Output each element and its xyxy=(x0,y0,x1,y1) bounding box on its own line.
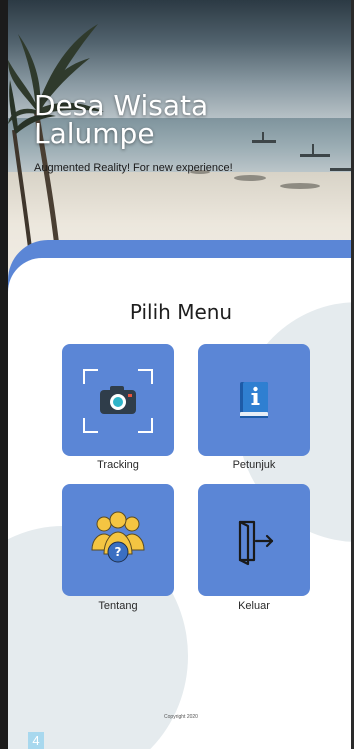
petunjuk-button[interactable] xyxy=(198,344,310,456)
page-number-badge: 4 xyxy=(28,732,44,749)
tracking-label: Tracking xyxy=(97,459,139,471)
tentang-label: Tentang xyxy=(98,600,138,612)
menu-card: Pilih Menu Tracking Petunjuk ? Tentang K… xyxy=(8,258,354,749)
keluar-button[interactable] xyxy=(198,484,310,596)
app-title-line2: Lalumpe xyxy=(34,117,155,150)
device-frame-left xyxy=(0,0,8,749)
camera-icon xyxy=(83,369,153,433)
app-title: Desa Wisata Lalumpe xyxy=(34,92,208,148)
svg-text:?: ? xyxy=(115,545,122,559)
menu-title: Pilih Menu xyxy=(129,300,233,324)
copyright-text: Copyright 2020 xyxy=(164,714,198,720)
tentang-button[interactable]: ? xyxy=(62,484,174,596)
petunjuk-label: Petunjuk xyxy=(232,459,276,471)
app-screen: Desa Wisata Lalumpe Augmented Reality! F… xyxy=(0,0,354,749)
info-book-icon xyxy=(240,382,268,418)
group-question-icon: ? xyxy=(91,511,145,563)
app-subtitle: Augmented Reality! For new experience! xyxy=(34,162,233,174)
tracking-button[interactable] xyxy=(62,344,174,456)
exit-door-icon xyxy=(238,520,274,566)
keluar-label: Keluar xyxy=(238,600,270,612)
